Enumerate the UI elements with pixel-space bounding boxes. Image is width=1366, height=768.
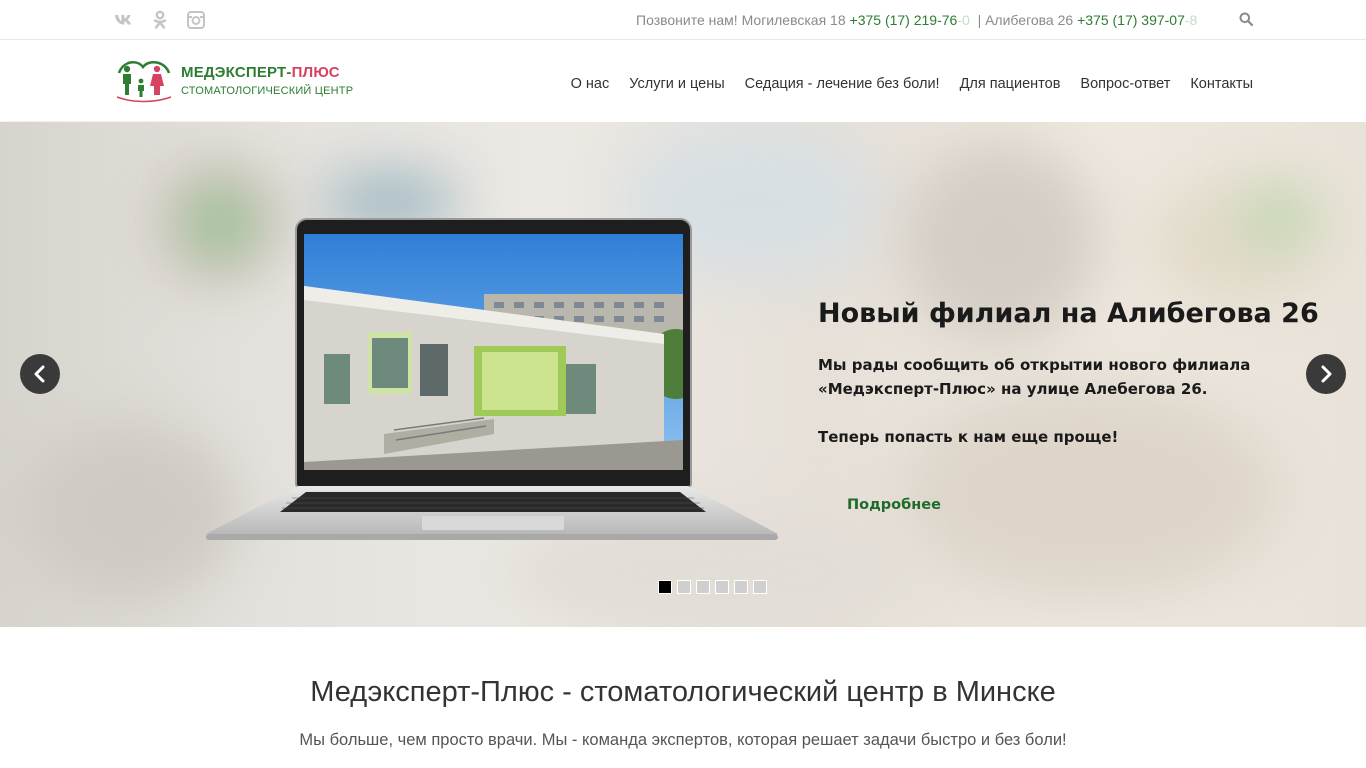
nav-services-prices[interactable]: Услуги и цены — [629, 76, 724, 92]
slider-pagination — [658, 580, 767, 594]
slider-dot[interactable] — [734, 580, 748, 594]
slide-description: Мы рады сообщить об открытии нового фили… — [818, 353, 1298, 449]
bg-blur — [1250, 197, 1310, 237]
site-header: МЕДЭКСПЕРТ-ПЛЮС СТОМАТОЛОГИЧЕСКИЙ ЦЕНТР … — [0, 40, 1366, 121]
main-nav: О нас Услуги и цены Седация - лечение бе… — [571, 76, 1253, 92]
site-logo[interactable]: МЕДЭКСПЕРТ-ПЛЮС СТОМАТОЛОГИЧЕСКИЙ ЦЕНТР — [113, 57, 353, 103]
slider-prev-button[interactable] — [20, 354, 60, 394]
phone-alibegova[interactable]: +375 (17) 397-07-8 — [1077, 12, 1197, 28]
laptop-base — [206, 486, 778, 540]
slider-dot[interactable] — [696, 580, 710, 594]
slide-text-line: Мы рады сообщить об открытии нового фили… — [818, 356, 1251, 398]
intro-title: Медэксперт-Плюс - стоматологический цент… — [310, 676, 1056, 708]
top-bar: Позвоните нам! Могилевская 18 +375 (17) … — [0, 0, 1366, 40]
contact-info: Позвоните нам! Могилевская 18 +375 (17) … — [636, 12, 1201, 28]
chevron-right-icon — [1321, 365, 1332, 383]
nav-faq[interactable]: Вопрос-ответ — [1080, 76, 1170, 92]
intro-subtitle: Мы больше, чем просто врачи. Мы - команд… — [299, 731, 1067, 749]
laptop-image — [206, 218, 778, 554]
instagram-icon[interactable] — [185, 9, 207, 31]
slide-text-line: Теперь попасть к нам еще проще! — [818, 428, 1119, 446]
slide-more-link[interactable]: Подробнее — [847, 497, 941, 513]
search-icon[interactable] — [1239, 12, 1255, 28]
nav-sedation[interactable]: Седация - лечение без боли! — [745, 76, 940, 92]
slide-title: Новый филиал на Алибегова 26 — [818, 298, 1319, 329]
slider-dot[interactable] — [658, 580, 672, 594]
phone-mogilevskaya[interactable]: +375 (17) 219-76-0 — [850, 12, 970, 28]
address-alibegova: Алибегова 26 — [985, 12, 1074, 28]
hero-slider: Новый филиал на Алибегова 26 Мы рады соо… — [0, 122, 1366, 627]
slider-dot[interactable] — [715, 580, 729, 594]
logo-name: МЕДЭКСПЕРТ-ПЛЮС — [181, 63, 340, 81]
logo-subtitle: СТОМАТОЛОГИЧЕСКИЙ ЦЕНТР — [181, 84, 354, 97]
logo-family-icon — [116, 60, 172, 103]
nav-contacts[interactable]: Контакты — [1190, 76, 1253, 92]
slider-dot[interactable] — [677, 580, 691, 594]
nav-about[interactable]: О нас — [571, 76, 610, 92]
slider-next-button[interactable] — [1306, 354, 1346, 394]
nav-for-patients[interactable]: Для пациентов — [960, 76, 1061, 92]
vk-icon[interactable] — [113, 9, 135, 31]
branch-photo — [304, 234, 683, 470]
slider-dot[interactable] — [753, 580, 767, 594]
contact-separator: | — [977, 12, 982, 28]
call-text: Позвоните нам! — [636, 12, 738, 28]
chevron-left-icon — [34, 365, 45, 383]
odnoklassniki-icon[interactable] — [149, 9, 171, 31]
social-links — [113, 9, 207, 31]
address-mogilevskaya: Могилевская 18 — [741, 12, 846, 28]
